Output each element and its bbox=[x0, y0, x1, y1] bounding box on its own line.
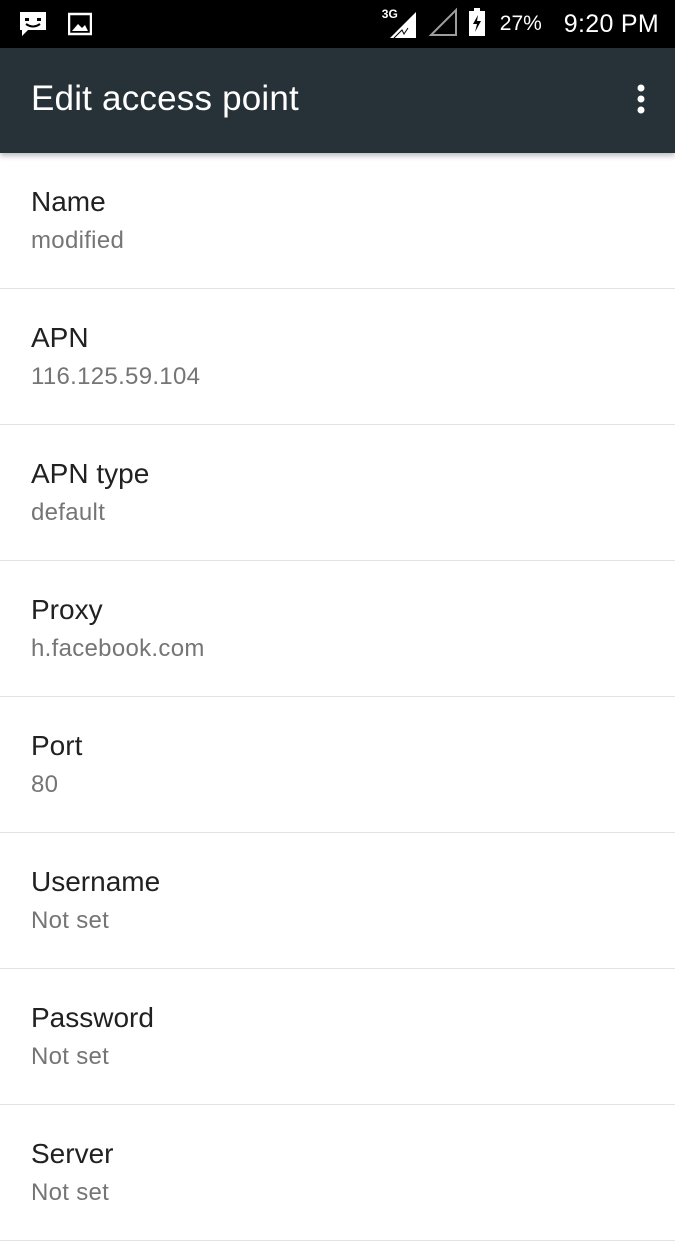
item-title: APN type bbox=[31, 458, 150, 489]
message-icon bbox=[18, 10, 48, 43]
battery-charging-icon bbox=[468, 7, 486, 42]
item-value: Not set bbox=[31, 1043, 110, 1070]
item-title: APN bbox=[31, 322, 89, 353]
notification-icons bbox=[18, 10, 93, 43]
battery-percent: 27% bbox=[499, 12, 542, 35]
more-vert-icon[interactable] bbox=[633, 82, 649, 122]
page-title: Edit access point bbox=[31, 79, 299, 118]
apn-settings-list: Name modified APN 116.125.59.104 APN typ… bbox=[0, 153, 675, 1241]
item-title: Proxy bbox=[31, 594, 103, 625]
signal-empty-icon bbox=[428, 7, 458, 42]
item-value: 116.125.59.104 bbox=[31, 363, 201, 390]
clock: 9:20 PM bbox=[563, 9, 659, 38]
list-item-proxy[interactable]: Proxy h.facebook.com bbox=[0, 561, 675, 697]
item-value: Not set bbox=[31, 907, 110, 934]
list-item-port[interactable]: Port 80 bbox=[0, 697, 675, 833]
list-item-apn-type[interactable]: APN type default bbox=[0, 425, 675, 561]
item-value: Not set bbox=[31, 1179, 110, 1206]
item-title: Port bbox=[31, 730, 83, 761]
item-value: default bbox=[31, 499, 106, 526]
item-value: 80 bbox=[31, 771, 59, 798]
list-item-name[interactable]: Name modified bbox=[0, 153, 675, 289]
item-title: Server bbox=[31, 1138, 114, 1169]
status-bar: 3G 27% 9:20 PM bbox=[0, 0, 675, 48]
app-bar: Edit access point bbox=[0, 48, 675, 153]
mobile-signal-icon: 3G bbox=[382, 8, 418, 40]
item-title: Username bbox=[31, 866, 161, 897]
image-icon bbox=[67, 12, 93, 41]
list-item-server[interactable]: Server Not set bbox=[0, 1105, 675, 1241]
item-title: Name bbox=[31, 186, 106, 217]
item-value: h.facebook.com bbox=[31, 635, 205, 662]
item-value: modified bbox=[31, 227, 125, 254]
list-item-apn[interactable]: APN 116.125.59.104 bbox=[0, 289, 675, 425]
system-icons: 3G 27% 9:20 PM bbox=[382, 0, 659, 48]
list-item-password[interactable]: Password Not set bbox=[0, 969, 675, 1105]
item-title: Password bbox=[31, 1002, 154, 1033]
list-item-username[interactable]: Username Not set bbox=[0, 833, 675, 969]
